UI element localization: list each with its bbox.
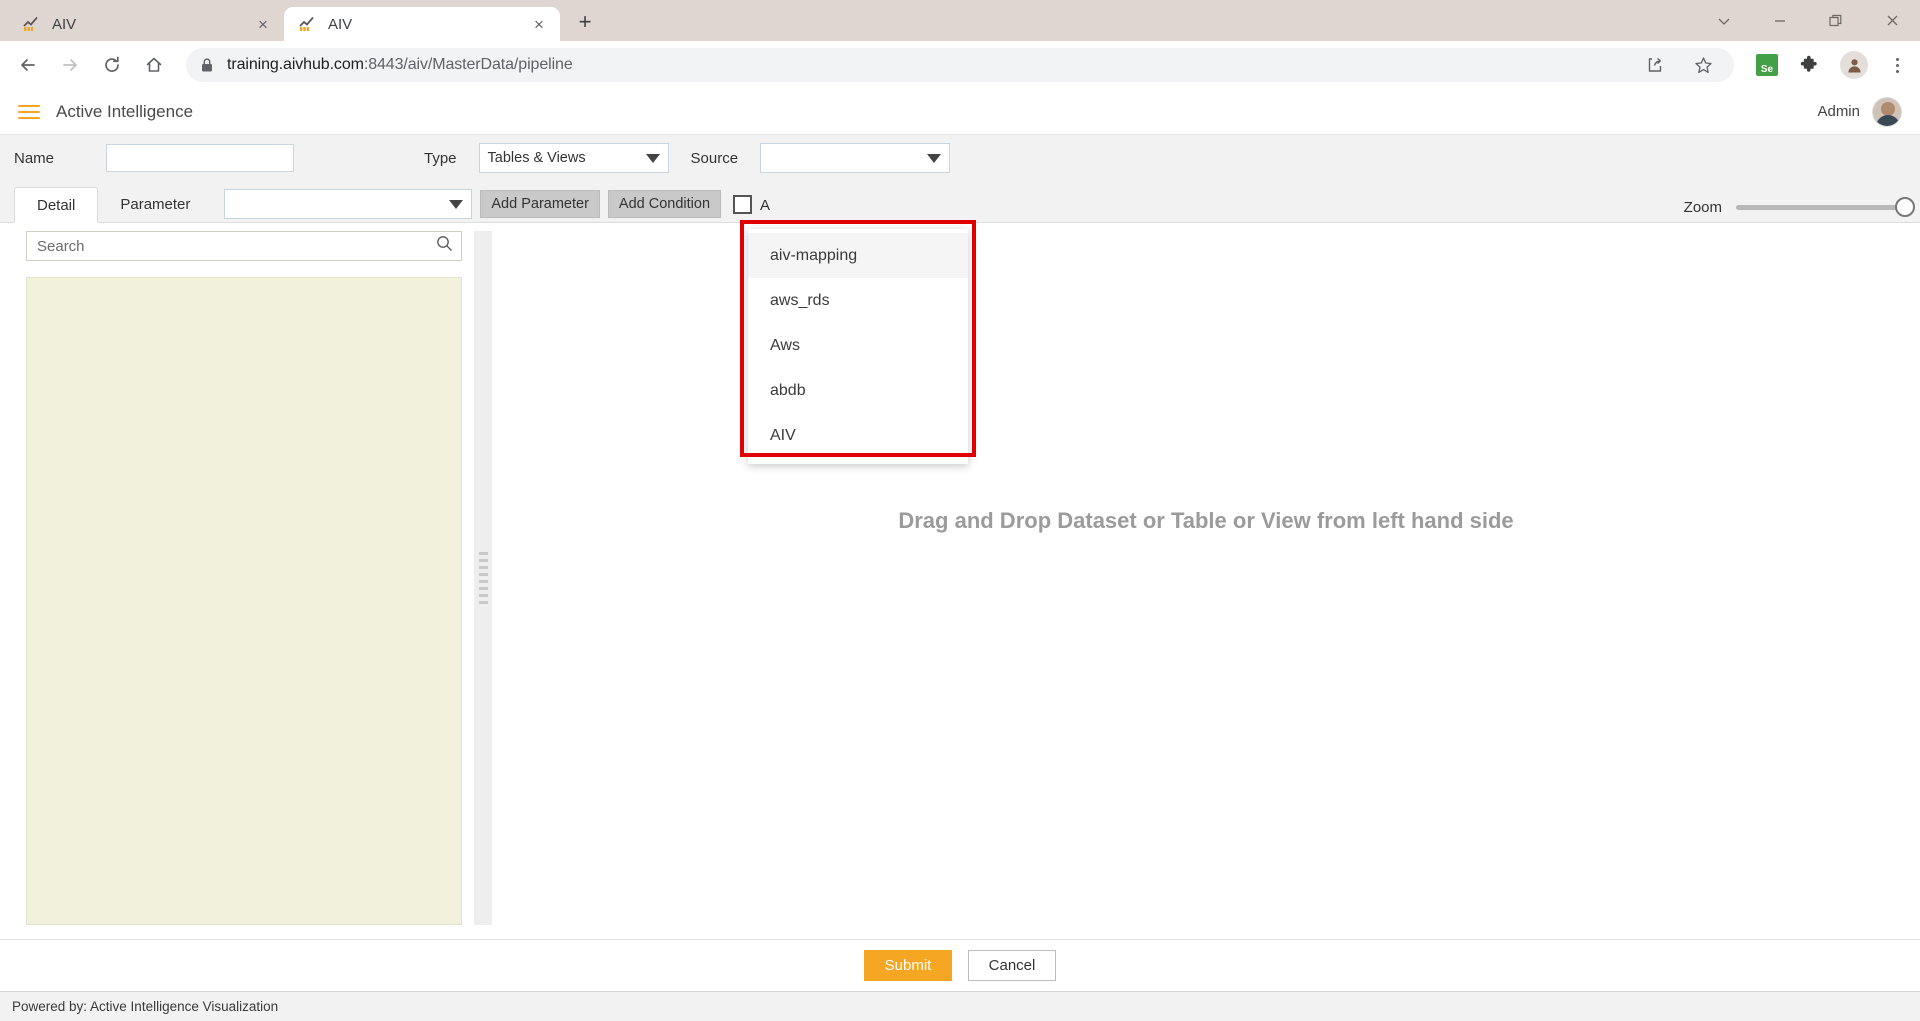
window-controls xyxy=(1696,0,1920,41)
app-header: Active Intelligence Admin xyxy=(0,89,1920,135)
footer-bar: Powered by: Active Intelligence Visualiz… xyxy=(0,991,1920,1021)
parameter-select[interactable] xyxy=(224,189,473,219)
add-parameter-button[interactable]: Add Parameter xyxy=(480,190,600,218)
aiv-chart-icon xyxy=(298,15,316,33)
browser-toolbar: training.aivhub.com:8443/aiv/MasterData/… xyxy=(0,41,1920,89)
browser-menu-icon[interactable] xyxy=(1884,57,1910,73)
dataset-tree-panel[interactable] xyxy=(26,277,462,925)
search-box[interactable] xyxy=(26,231,462,261)
zoom-label: Zoom xyxy=(1683,199,1722,216)
aiv-application: Active Intelligence Admin Name Type Tabl… xyxy=(0,89,1920,1021)
browser-chrome: AIV × AIV × + training.aivhub.com:8443/a… xyxy=(0,0,1920,89)
editor-tab-toolbar: Detail Parameter Add Parameter Add Condi… xyxy=(0,181,1920,223)
minimize-icon[interactable] xyxy=(1752,0,1808,41)
dropdown-item-aiv-mapping[interactable]: aiv-mapping xyxy=(748,233,968,278)
address-bar[interactable]: training.aivhub.com:8443/aiv/MasterData/… xyxy=(186,48,1734,82)
new-tab-button[interactable]: + xyxy=(568,5,602,39)
add-condition-button[interactable]: Add Condition xyxy=(607,190,722,218)
chevron-down-icon xyxy=(645,153,660,163)
condition-checkbox-label: A xyxy=(760,197,771,214)
url-text: training.aivhub.com:8443/aiv/MasterData/… xyxy=(227,56,573,73)
tab-detail[interactable]: Detail xyxy=(14,187,99,223)
name-input[interactable] xyxy=(106,144,294,172)
splitter-grip-icon xyxy=(478,552,488,604)
browser-tab-title: AIV xyxy=(328,15,353,33)
chevron-down-icon xyxy=(927,153,942,163)
dropdown-item-abdb[interactable]: abdb xyxy=(748,368,968,413)
type-label: Type xyxy=(424,149,457,167)
forward-icon[interactable] xyxy=(52,47,88,83)
cancel-button[interactable]: Cancel xyxy=(968,950,1056,981)
action-bar: Submit Cancel xyxy=(0,939,1920,991)
drop-hint-text: Drag and Drop Dataset or Table or View f… xyxy=(898,508,1514,533)
chevron-down-icon[interactable] xyxy=(1696,0,1752,41)
dropdown-item-aws[interactable]: Aws xyxy=(748,323,968,368)
header-user-area: Admin xyxy=(1817,96,1902,127)
zoom-slider-thumb[interactable] xyxy=(1895,197,1915,217)
bookmark-star-icon[interactable] xyxy=(1688,50,1718,80)
search-icon[interactable] xyxy=(436,235,453,257)
reload-icon[interactable] xyxy=(94,47,130,83)
browser-tab-title: AIV xyxy=(52,15,77,33)
chevron-down-icon xyxy=(449,199,464,209)
user-name-label: Admin xyxy=(1817,103,1860,120)
avatar[interactable] xyxy=(1872,96,1902,127)
dropdown-item-aiv[interactable]: AIV xyxy=(748,413,968,458)
browser-profile-avatar[interactable] xyxy=(1840,51,1868,79)
selenium-extension-icon[interactable]: Se xyxy=(1756,54,1778,76)
browser-tabstrip: AIV × AIV × + xyxy=(0,0,1920,41)
pipeline-canvas[interactable]: Drag and Drop Dataset or Table or View f… xyxy=(492,223,1920,939)
source-select[interactable] xyxy=(760,143,951,173)
page-title: Active Intelligence xyxy=(56,101,194,121)
type-select-value: Tables & Views xyxy=(487,150,586,166)
hamburger-menu-icon[interactable] xyxy=(18,104,40,119)
zoom-control: Zoom xyxy=(1683,197,1915,217)
submit-button[interactable]: Submit xyxy=(864,950,952,981)
extensions-puzzle-icon[interactable] xyxy=(1794,50,1824,80)
tab-parameter[interactable]: Parameter xyxy=(98,186,212,222)
name-label: Name xyxy=(14,149,55,167)
browser-tab-2[interactable]: AIV × xyxy=(284,7,560,41)
powered-by-text: Powered by: Active Intelligence Visualiz… xyxy=(12,999,279,1014)
source-label: Source xyxy=(690,149,739,167)
back-icon[interactable] xyxy=(10,47,46,83)
zoom-slider[interactable] xyxy=(1736,197,1915,217)
close-icon[interactable]: × xyxy=(252,13,274,35)
lock-icon xyxy=(200,57,214,73)
condition-checkbox[interactable] xyxy=(733,195,753,214)
maximize-icon[interactable] xyxy=(1808,0,1864,41)
search-input[interactable] xyxy=(35,236,436,256)
aiv-chart-icon xyxy=(22,15,40,33)
type-select[interactable]: Tables & Views xyxy=(478,143,669,173)
share-icon[interactable] xyxy=(1640,50,1670,80)
close-icon[interactable]: × xyxy=(528,13,550,35)
extension-icons: Se xyxy=(1756,50,1910,80)
source-dropdown-menu[interactable]: aiv-mapping aws_rds Aws abdb AIV xyxy=(748,229,968,464)
close-window-icon[interactable] xyxy=(1864,0,1920,41)
panel-splitter[interactable] xyxy=(474,231,492,925)
dropdown-item-aws-rds[interactable]: aws_rds xyxy=(748,278,968,323)
left-panel xyxy=(0,223,474,939)
browser-tab-1[interactable]: AIV × xyxy=(8,7,284,41)
home-icon[interactable] xyxy=(136,47,172,83)
filter-toolbar: Name Type Tables & Views Source xyxy=(0,135,1920,181)
